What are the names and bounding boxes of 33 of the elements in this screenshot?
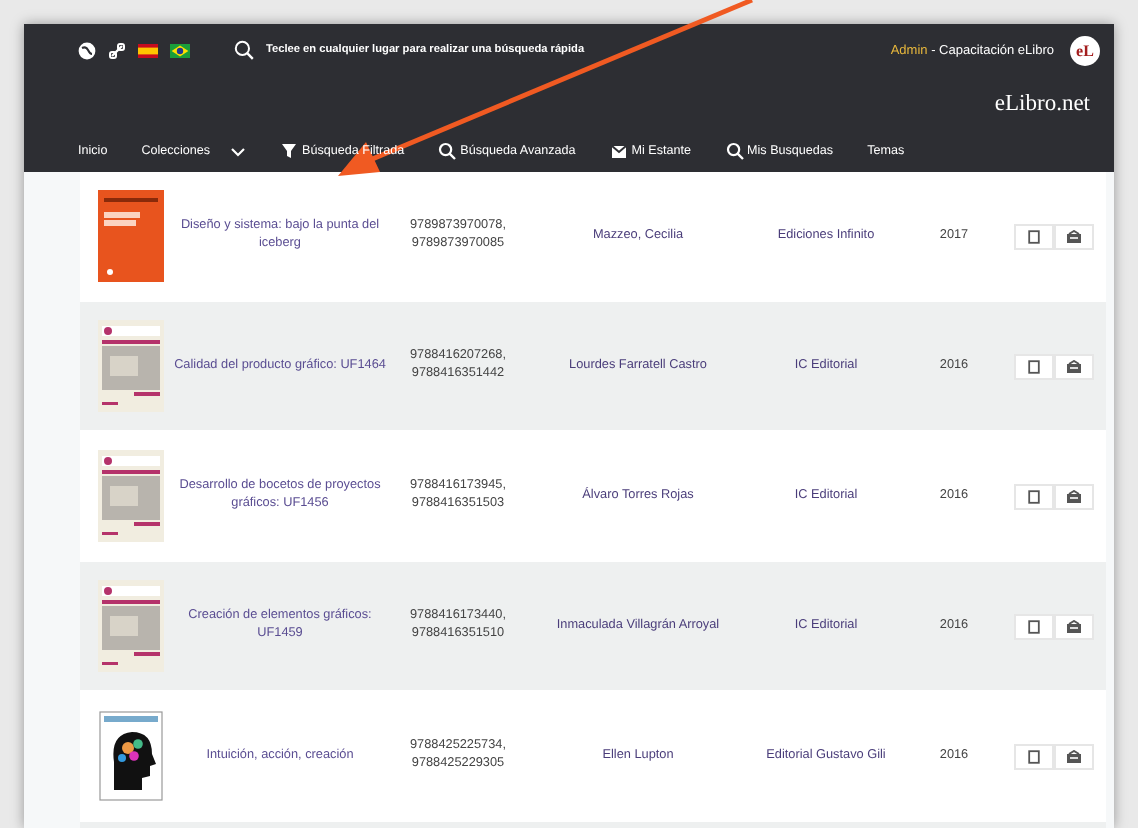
read-button[interactable] [1014, 613, 1054, 639]
document-icon [1028, 229, 1040, 243]
link-icon[interactable] [108, 41, 126, 59]
read-button[interactable] [1014, 353, 1054, 379]
document-icon [1028, 359, 1040, 373]
search-icon[interactable] [234, 40, 254, 60]
tray-icon [609, 142, 628, 160]
add-to-shelf-button[interactable] [1054, 223, 1094, 249]
add-to-shelf-button[interactable] [1054, 483, 1094, 509]
document-icon [1028, 489, 1040, 503]
tray-icon [1066, 619, 1082, 633]
add-to-shelf-button[interactable] [1054, 353, 1094, 379]
document-icon [1028, 749, 1040, 763]
read-button[interactable] [1014, 743, 1054, 769]
filter-icon [280, 142, 299, 160]
add-to-shelf-button[interactable] [1054, 613, 1094, 639]
add-to-shelf-button[interactable] [1054, 743, 1094, 769]
read-button[interactable] [1014, 483, 1054, 509]
read-button[interactable] [1014, 223, 1054, 249]
site-logo-text[interactable]: eLibro.net [994, 92, 1090, 116]
logo-badge[interactable]: eL [1070, 35, 1100, 65]
tray-icon [1066, 359, 1082, 373]
tray-icon [1066, 749, 1082, 763]
tray-icon [1066, 489, 1082, 503]
tray-icon [1066, 229, 1082, 243]
caret-icon [230, 145, 247, 157]
book-cover[interactable] [98, 190, 164, 282]
search-icon [725, 142, 744, 160]
document-icon [1028, 619, 1040, 633]
search-icon [438, 142, 457, 160]
spain-flag-icon[interactable] [138, 43, 158, 57]
brazil-flag-icon[interactable] [170, 43, 190, 57]
book-cover[interactable] [98, 710, 164, 802]
